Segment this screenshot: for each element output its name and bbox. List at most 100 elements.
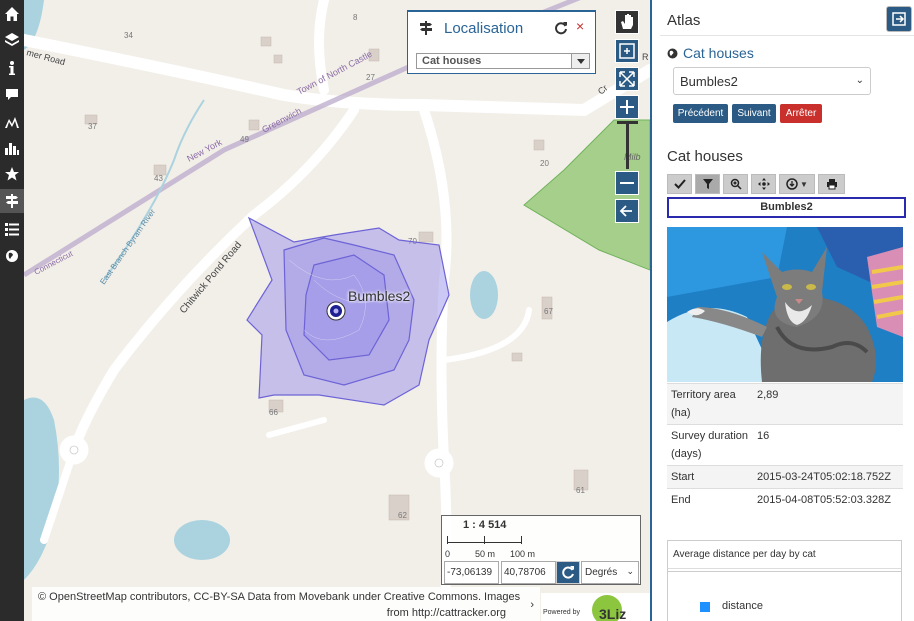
svg-text:37: 37 [88,122,97,131]
coord-unit-select[interactable]: Degrés ⌄ [581,561,639,584]
svg-text:27: 27 [366,73,375,82]
legend-label: distance [722,600,763,612]
coord-unit-value: Degrés [585,567,618,578]
globe-icon[interactable] [0,244,24,268]
svg-text:49: 49 [240,135,249,144]
pan-button[interactable] [615,10,639,34]
center-on-feature-button[interactable] [751,174,776,194]
feature-select-value: Bumbles2 [680,74,738,89]
svg-text:61: 61 [576,486,585,495]
zoom-in-button[interactable] [615,95,639,119]
chart-icon[interactable] [0,136,24,160]
attribution-toggle[interactable]: › [530,597,534,613]
filter-feature-button[interactable] [695,174,720,194]
scale-label-100: 100 m [510,549,536,559]
chevron-down-icon [571,54,589,68]
comment-icon[interactable] [0,82,24,106]
localisation-selected-value: Cat houses [422,55,482,67]
svg-text:43: 43 [154,174,163,183]
cat-territory [246,216,450,406]
scale-coords-panel: 1 : 4 514 0 50 m 100 m -73,06139 40,7870… [441,515,641,585]
move-icon [757,178,770,190]
print-feature-button[interactable] [818,174,845,194]
zoom-extent-button[interactable] [615,67,639,91]
caret-down-icon: ▼ [800,179,808,189]
svg-text:R: R [642,52,649,62]
download-icon [786,178,798,190]
coord-refresh-button[interactable] [556,561,580,584]
svg-text:66: 66 [269,408,278,417]
refresh-icon [562,566,574,579]
3liz-logo: 3Liz [592,595,626,621]
svg-text:East Branch Byram River: East Branch Byram River [98,207,157,286]
scale-label-0: 0 [445,549,451,559]
cat-photo [667,227,903,382]
svg-text:3Liz: 3Liz [599,606,626,621]
legend-swatch [700,602,710,612]
layers-icon[interactable] [0,28,24,52]
attribute-key: Territory area (ha) [671,389,736,419]
check-icon [673,179,686,189]
localisation-panel: Localisation × Cat houses [407,10,596,74]
next-button[interactable]: Suivant [732,104,776,123]
feature-select[interactable]: Bumbles2 ⌄ [673,67,871,95]
star-icon[interactable] [0,162,24,186]
water-body [470,271,498,319]
attribute-row: Territory area (ha) 2,89 [667,383,903,424]
zoom-to-feature-button[interactable] [723,174,748,194]
attribute-value: 16 [757,430,770,442]
globe-icon [667,48,678,58]
distance-chart-panel: Average distance per day by cat distance [667,540,902,621]
refresh-icon[interactable] [554,21,568,35]
chevron-down-icon: ⌄ [626,566,634,576]
home-icon[interactable] [0,2,24,26]
localisation-title: Localisation [444,19,524,37]
filter-icon [702,179,713,189]
zoom-slider[interactable] [626,121,629,169]
previous-button[interactable]: Précédent [673,104,728,123]
info-icon[interactable] [0,56,24,80]
attribute-row: Survey duration (days) 16 [667,424,903,465]
attribution-line-1: © OpenStreetMap contributors, CC-BY-SA D… [38,591,521,603]
atlas-layer-name: Cat houses [683,45,754,61]
previous-view-button[interactable] [615,199,639,223]
feature-label: Bumbles2 [348,288,411,304]
zoom-box-button[interactable] [615,39,639,63]
svg-text:62: 62 [398,511,407,520]
attribute-key: Start [671,471,695,483]
left-toolbar [0,0,24,621]
localisation-layer-select[interactable]: Cat houses [416,53,590,69]
elevation-icon[interactable] [0,110,24,134]
svg-text:20: 20 [540,159,549,168]
close-icon[interactable]: × [576,18,584,34]
zoom-in-icon [730,178,742,190]
svg-text:34: 34 [124,31,133,40]
attribute-key: End [671,494,691,506]
attribute-table: Territory area (ha) 2,89 Survey duration… [667,383,903,511]
zoom-out-button[interactable] [615,171,639,195]
attribute-key: Survey duration (days) [671,430,749,460]
signpost-icon [420,21,432,35]
print-icon [826,179,837,190]
water-body [24,397,59,580]
coord-x-field[interactable]: -73,06139 [444,561,499,584]
coord-y-field[interactable]: 40,78706 [501,561,556,584]
sign-out-icon [892,12,906,26]
svg-text:67: 67 [544,307,553,316]
select-feature-button[interactable] [667,174,692,194]
attribute-value: 2015-04-08T05:52:03.328Z [757,494,891,506]
list-icon[interactable] [0,217,24,241]
atlas-layer-link[interactable]: Cat houses [667,45,754,61]
map-view[interactable]: 34 8 27 37 49 20 43 70 67 66 61 62 mer R… [24,0,650,621]
attribute-value: 2,89 [757,389,779,401]
collapse-panel-button[interactable] [886,6,912,32]
scale-label-50: 50 m [475,549,496,559]
signpost-icon[interactable] [0,189,24,213]
chevron-down-icon: ⌄ [855,75,864,86]
feature-actions-dropdown[interactable]: ▼ [779,174,815,194]
feature-name: Bumbles2 [667,197,906,218]
attribution-line-2: from http://cattracker.org [386,607,506,619]
zoom-slider-handle[interactable] [617,121,638,124]
svg-text:8: 8 [353,13,358,22]
stop-button[interactable]: Arrêter [780,104,822,123]
